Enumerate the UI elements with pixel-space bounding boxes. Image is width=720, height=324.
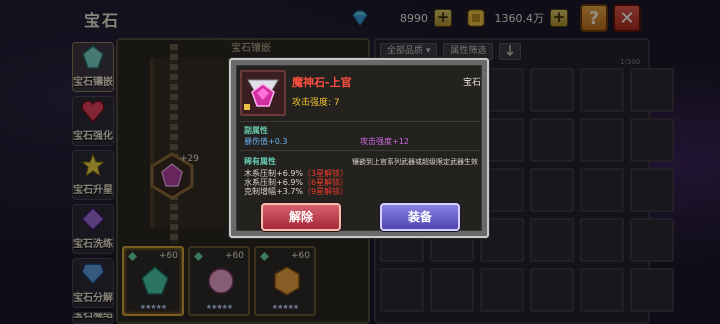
sub-attr: 攻击强度+12	[360, 137, 409, 146]
item-type: 宝石	[463, 78, 482, 88]
rare-attr-row: 克制增幅+3.7%（9星解锁）	[244, 186, 348, 197]
lock-icon	[244, 104, 250, 110]
sub-attr: 暴伤值+0.3	[244, 137, 288, 146]
remove-button[interactable]: 解除	[261, 203, 341, 231]
equip-button[interactable]: 装备	[380, 203, 460, 231]
rare-attr-desc: 镶嵌到上官系列武器或超级限定武器生效	[352, 158, 478, 166]
divider	[240, 121, 480, 122]
rare-attr-unlock: （9星解锁）	[303, 187, 349, 196]
sub-attr-title: 副属性	[244, 126, 268, 135]
item-name: 魔神石-上官	[292, 76, 352, 89]
rare-attr-title: 稀有属性	[244, 157, 276, 166]
item-icon	[240, 70, 286, 116]
item-attack-strength: 攻击强度: 7	[292, 98, 340, 108]
divider	[240, 150, 480, 151]
demon-stone-gem-icon	[244, 79, 279, 110]
rare-attr-text: 克制增幅+3.7%	[244, 187, 304, 196]
